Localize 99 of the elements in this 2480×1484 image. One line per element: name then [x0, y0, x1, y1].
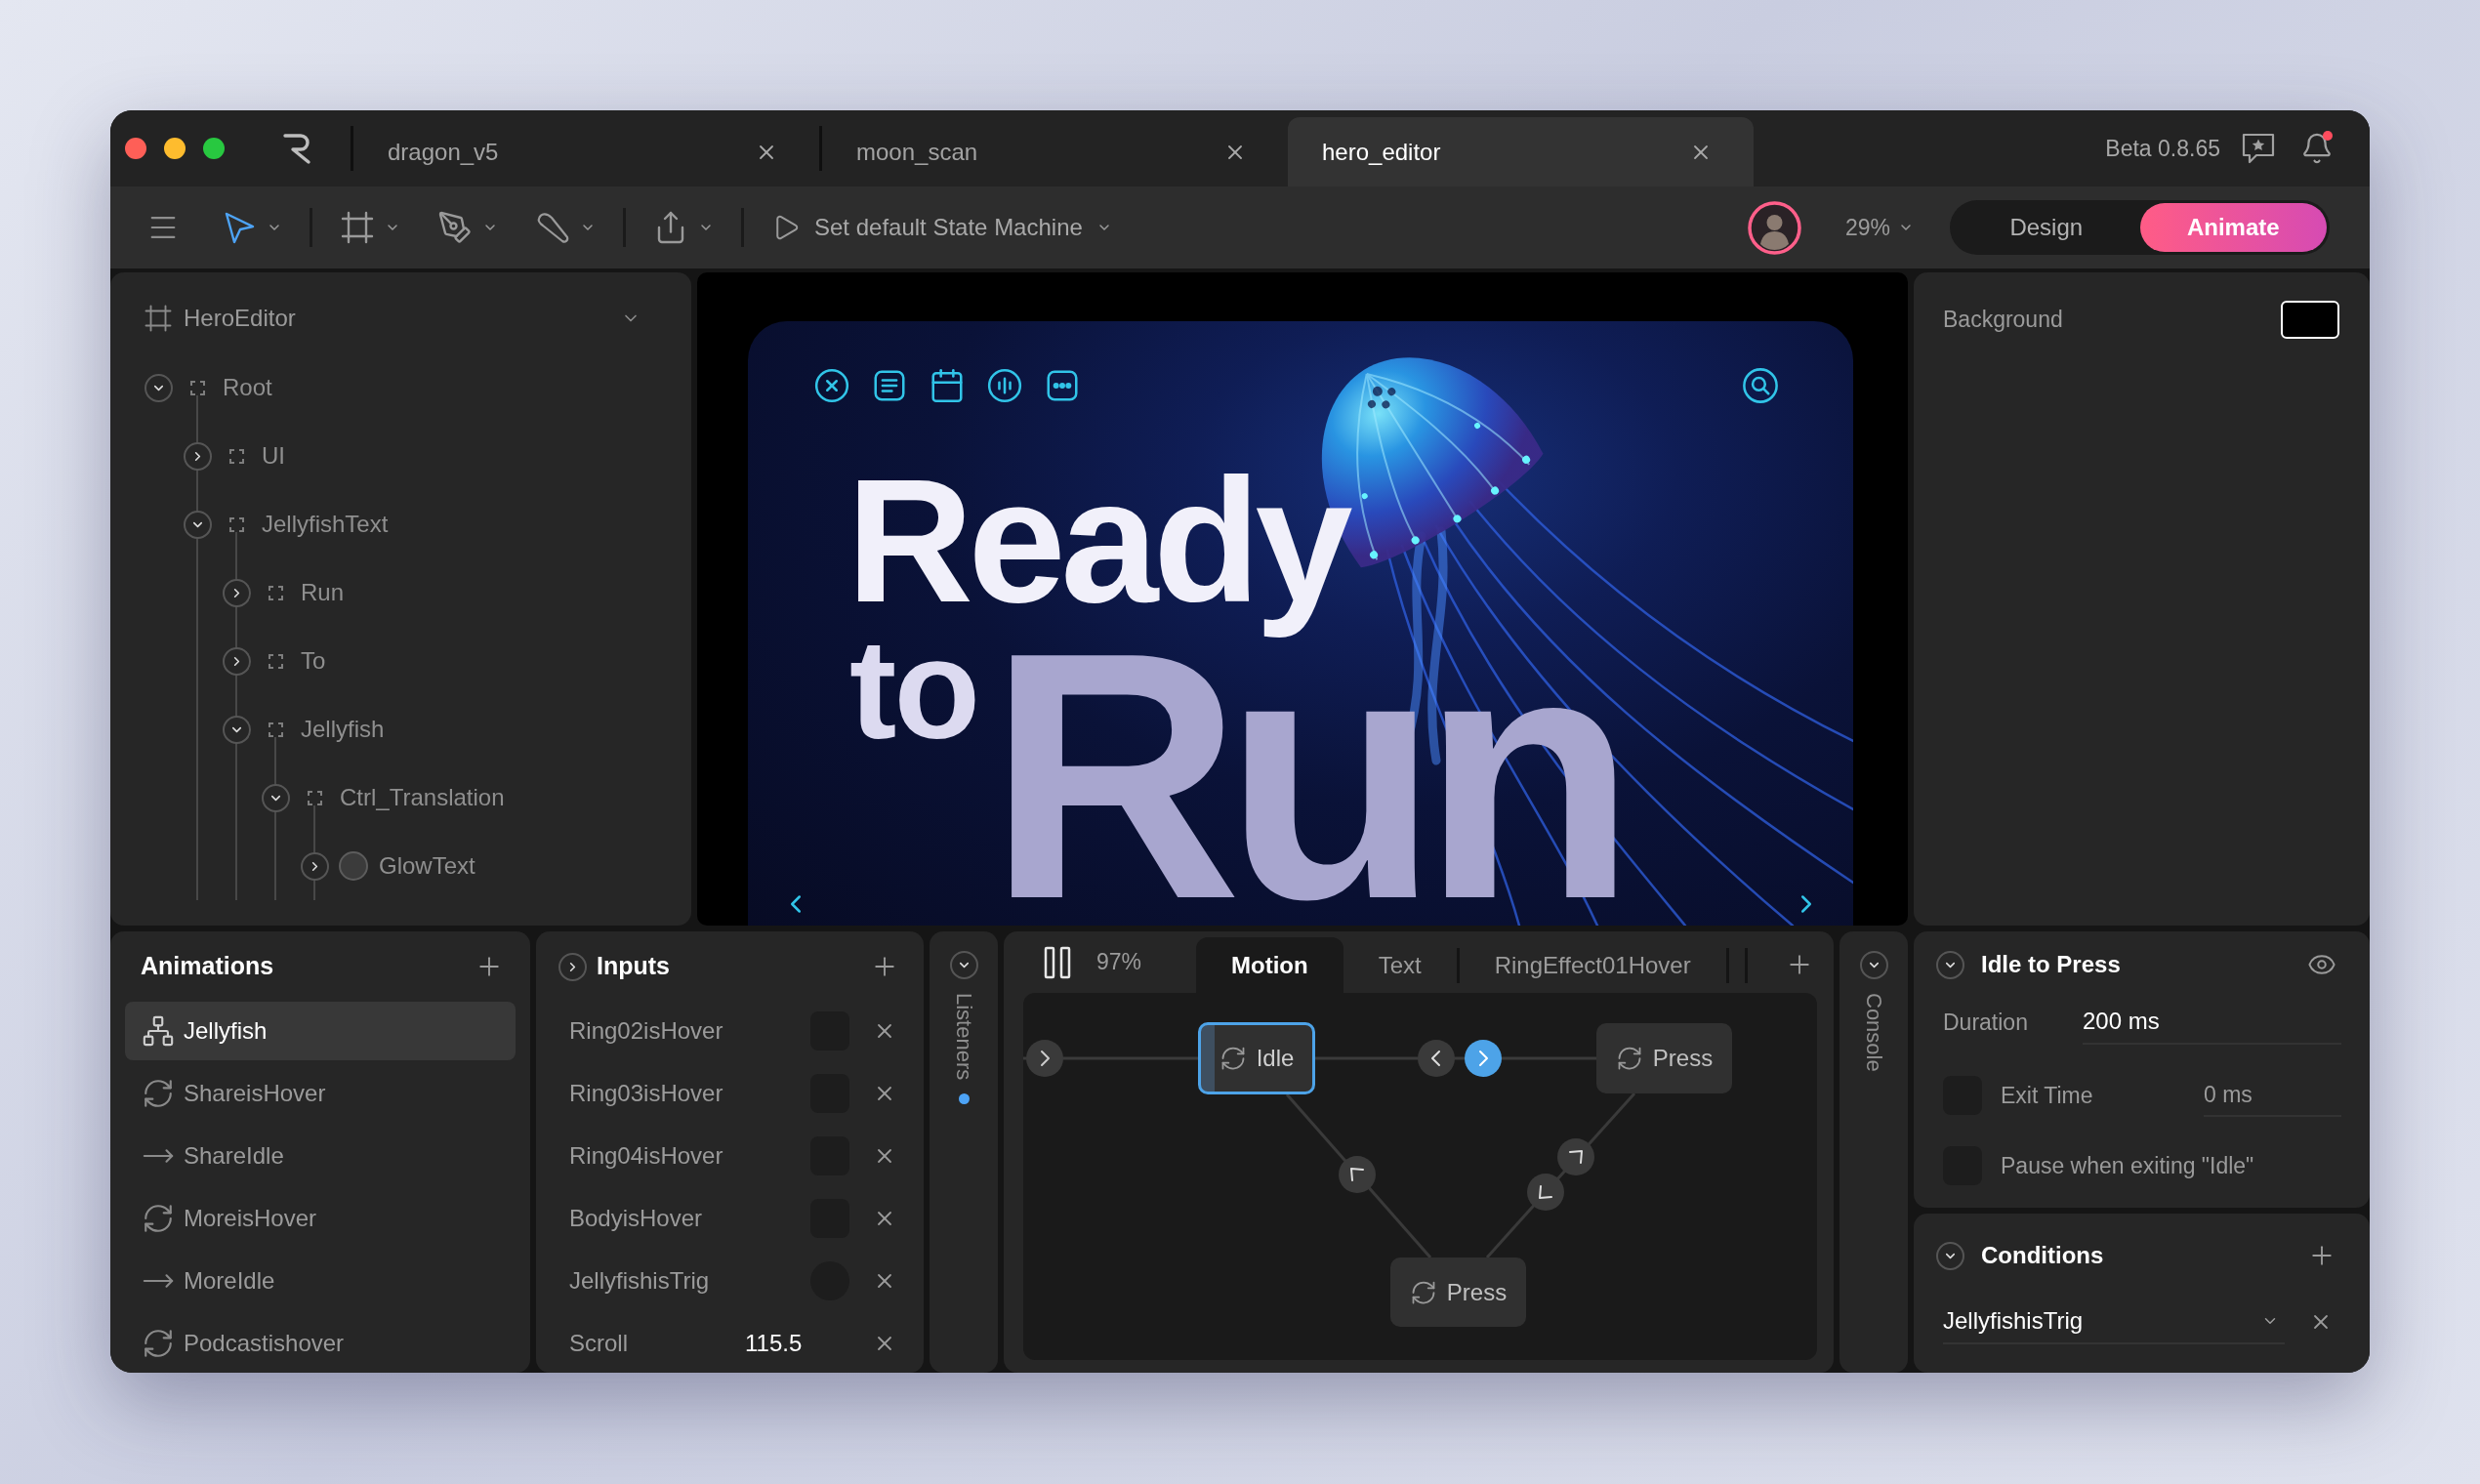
- panel-title: Inputs: [597, 951, 670, 982]
- exit-time-field[interactable]: 0 ms: [2204, 1074, 2341, 1117]
- layer-name[interactable]: Run: [301, 575, 345, 610]
- group-icon: [269, 585, 283, 600]
- expand-toggle[interactable]: [184, 441, 212, 471]
- condition-dropdown[interactable]: JellyfishisTrig: [1943, 1299, 2285, 1344]
- expand-toggle[interactable]: [223, 715, 251, 744]
- loop-arrows-icon: [142, 1202, 175, 1235]
- animation-item[interactable]: ShareisHover: [125, 1064, 516, 1123]
- expand-toggle[interactable]: [223, 646, 251, 676]
- expand-toggle[interactable]: [145, 373, 173, 402]
- bell-icon[interactable]: [2300, 131, 2334, 166]
- input-name: JellyfishisTrig: [569, 1266, 711, 1296]
- animation-item[interactable]: ShareIdle: [125, 1127, 516, 1185]
- collapse-toggle[interactable]: [1936, 950, 1964, 979]
- state-machine-dropdown[interactable]: Set default State Machine: [771, 210, 1112, 245]
- file-tab[interactable]: moon_scan: [822, 117, 1288, 186]
- mode-tab[interactable]: Animate: [2139, 203, 2327, 252]
- input-name: Ring04isHover: [569, 1141, 724, 1171]
- layer-name[interactable]: UI: [262, 438, 285, 474]
- background-label: Background: [1943, 306, 2063, 333]
- group-icon: [229, 448, 244, 464]
- layer-name[interactable]: Ctrl_Translation: [340, 780, 505, 815]
- pen-nib-icon: [437, 210, 473, 245]
- layer-name[interactable]: To: [301, 643, 326, 679]
- loop-arrows-icon: [142, 1327, 175, 1360]
- headline-text: Ready: [847, 453, 1348, 639]
- exit-time-label: Exit Time: [2001, 1081, 2093, 1110]
- group-icon: [308, 790, 322, 805]
- version-label: Beta 0.8.65: [2105, 134, 2220, 163]
- expand-toggle[interactable]: [184, 510, 212, 539]
- entry-node[interactable]: [1026, 1040, 1063, 1077]
- calendar-icon[interactable]: [929, 367, 966, 404]
- state-node[interactable]: Idle: [1198, 1022, 1315, 1094]
- state-node[interactable]: Press: [1390, 1257, 1526, 1327]
- input-name: Ring02isHover: [569, 1016, 724, 1046]
- frame-icon: [144, 303, 173, 333]
- section-title: Idle to Press: [1981, 950, 2121, 979]
- duration-field[interactable]: 200 ms: [2083, 1000, 2341, 1045]
- layer-name[interactable]: GlowText: [379, 848, 475, 884]
- group-icon: [269, 653, 283, 669]
- close-window-button[interactable]: [125, 138, 146, 159]
- group-icon: [229, 516, 244, 532]
- close-circle-icon[interactable]: [813, 367, 850, 404]
- document-icon[interactable]: [871, 367, 908, 404]
- section-title: Conditions: [1981, 1241, 2104, 1270]
- collapse-toggle[interactable]: [558, 952, 587, 981]
- input-name: Scroll: [569, 1329, 629, 1358]
- console-tab[interactable]: Console: [1861, 993, 1886, 1072]
- loop-arrows-icon: [142, 1077, 175, 1110]
- listeners-tab[interactable]: Listeners: [951, 993, 976, 1081]
- number-field[interactable]: 115.5: [745, 1326, 849, 1361]
- transition-button[interactable]: [1465, 1040, 1502, 1077]
- collapse-toggle[interactable]: [1936, 1241, 1964, 1270]
- layer-name[interactable]: JellyfishText: [262, 507, 389, 542]
- input-name: Ring03isHover: [569, 1079, 724, 1108]
- animation-item[interactable]: MoreIdle: [125, 1252, 516, 1310]
- transition-button[interactable]: [1557, 1138, 1594, 1175]
- brush-icon: [535, 210, 570, 245]
- frame-icon: [340, 210, 375, 245]
- audio-wave-icon[interactable]: [986, 367, 1023, 404]
- panel-title: Animations: [141, 951, 274, 982]
- animation-item[interactable]: MoreisHover: [125, 1189, 516, 1248]
- pause-option-label: Pause when exiting "Idle": [2001, 1151, 2254, 1180]
- group-icon: [190, 380, 205, 395]
- file-tab[interactable]: hero_editor: [1288, 117, 1754, 186]
- minimize-window-button[interactable]: [164, 138, 186, 159]
- mode-tab[interactable]: Design: [1953, 203, 2140, 252]
- user-avatar-icon[interactable]: [1747, 200, 1801, 255]
- file-tab[interactable]: dragon_v5: [353, 117, 819, 186]
- transition-button[interactable]: [1418, 1040, 1455, 1077]
- layer-name[interactable]: Jellyfish: [301, 712, 385, 747]
- input-name: BodyisHover: [569, 1204, 704, 1233]
- frame-tool-button[interactable]: [340, 210, 400, 245]
- headline-text: to: [849, 640, 978, 740]
- layer-name[interactable]: Root: [223, 370, 272, 405]
- ellipsis-icon[interactable]: [1044, 367, 1081, 404]
- zoom-dropdown[interactable]: 29%: [1844, 210, 1914, 245]
- maximize-window-button[interactable]: [203, 138, 225, 159]
- star-speech-bubble-icon[interactable]: [2242, 132, 2275, 165]
- collapse-toggle[interactable]: [949, 951, 978, 979]
- color-swatch-icon[interactable]: [2281, 301, 2339, 339]
- pen-tool-button[interactable]: [437, 210, 498, 245]
- transition-button[interactable]: [1339, 1156, 1376, 1193]
- transition-button[interactable]: [1527, 1174, 1564, 1211]
- duration-label: Duration: [1943, 1008, 2029, 1037]
- expand-toggle[interactable]: [262, 783, 290, 812]
- brush-tool-button[interactable]: [535, 210, 596, 245]
- animation-item[interactable]: Podcastishover: [125, 1314, 516, 1373]
- state-node[interactable]: Press: [1596, 1023, 1732, 1093]
- app-logo-icon: [282, 132, 313, 165]
- search-icon[interactable]: [1742, 367, 1779, 404]
- expand-toggle[interactable]: [223, 578, 251, 607]
- group-icon: [269, 721, 283, 737]
- expand-toggle[interactable]: [301, 851, 329, 881]
- collapse-toggle[interactable]: [1859, 951, 1888, 979]
- animation-item[interactable]: Jellyfish: [125, 1002, 516, 1060]
- hierarchy-icon: [142, 1014, 175, 1048]
- artboard-dropdown[interactable]: HeroEditor: [144, 300, 641, 336]
